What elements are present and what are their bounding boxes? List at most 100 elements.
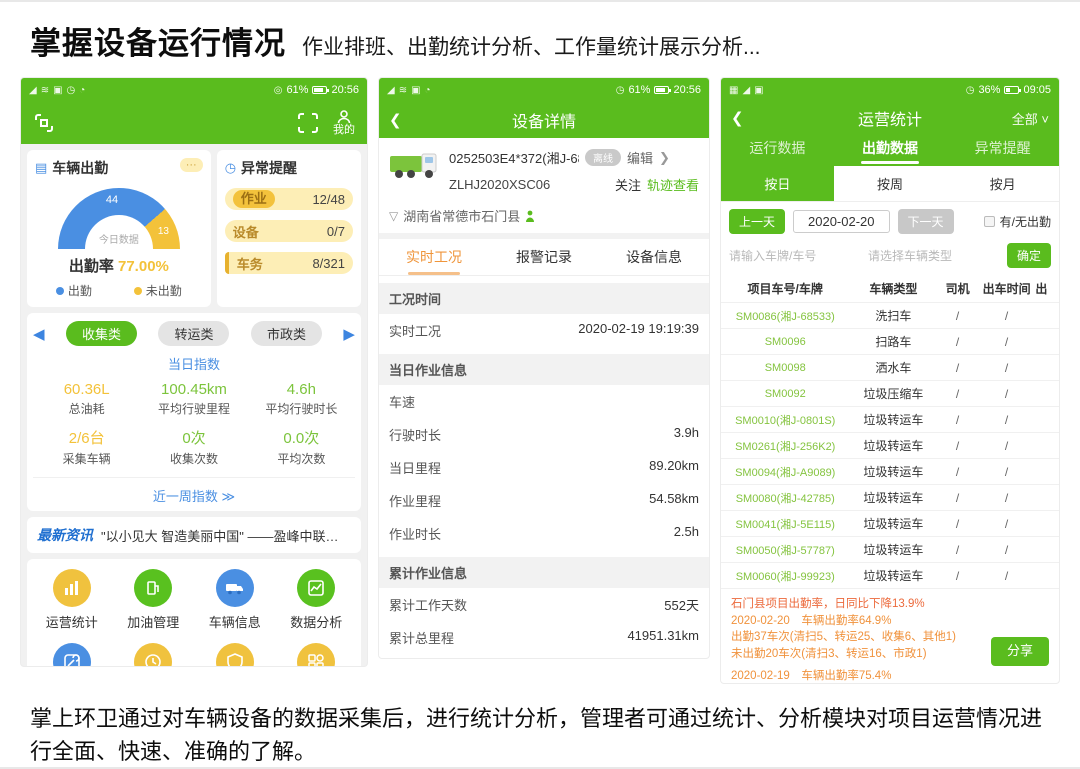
table-cell: / xyxy=(978,309,1035,323)
filter-all-dropdown[interactable]: 全部 ˅ xyxy=(1012,109,1049,128)
app-fleet-mgmt[interactable]: 车务管理 xyxy=(194,643,276,667)
confirm-button[interactable]: 确定 xyxy=(1007,243,1051,268)
vehicle-id-link[interactable]: SM0060(湘J-99923) xyxy=(721,568,849,584)
follow-link[interactable]: 关注 xyxy=(615,175,641,194)
vehicle-type-select[interactable]: 请选择车辆类型 xyxy=(868,247,999,264)
alerts-title: 异常提醒 xyxy=(241,158,297,178)
profile-button[interactable]: 我的 xyxy=(333,110,355,136)
vehicle-id-link[interactable]: SM0094(湘J-A9089) xyxy=(721,464,849,480)
attendance-filter-checkbox[interactable]: 有/无出勤 xyxy=(984,213,1051,230)
qr-scan-icon[interactable] xyxy=(33,112,55,134)
clock-text: 20:56 xyxy=(331,84,359,96)
week-index-link[interactable]: 近一周指数 ≫ xyxy=(33,477,355,505)
home-body: ▤车辆出勤 ··· 44 13 今日数据 出勤率 77.00% 出勤 未出勤 xyxy=(21,144,367,667)
battery-percent: 36% xyxy=(978,84,1000,96)
clock-text: 20:56 xyxy=(673,84,701,96)
tab-transfer[interactable]: 转运类 xyxy=(158,321,229,346)
app-accident-log[interactable]: 事故记录 xyxy=(113,643,195,667)
vehicle-table-body: SM0086(湘J-68533)洗扫车//SM0096扫路车//SM0098洒水… xyxy=(721,303,1059,589)
table-row: SM0096扫路车// xyxy=(721,329,1059,355)
date-picker[interactable]: 2020-02-20 xyxy=(793,210,890,233)
tab-alarms[interactable]: 报警记录 xyxy=(489,247,599,275)
screen-title: 设备详情 xyxy=(379,108,709,132)
chevron-right-icon[interactable]: ❯ xyxy=(659,150,670,166)
tab-device-info[interactable]: 设备信息 xyxy=(599,247,709,275)
scan-frame-icon[interactable] xyxy=(297,112,319,134)
prev-arrow-icon[interactable]: ◀ xyxy=(33,325,45,343)
table-cell: / xyxy=(937,439,978,453)
tab-running-data[interactable]: 运行数据 xyxy=(721,138,834,166)
vehicle-id-link[interactable]: SM0041(湘J-5E115) xyxy=(721,516,849,532)
status-pill: 离线 xyxy=(585,149,621,166)
app-data-analysis[interactable]: 数据分析 xyxy=(276,569,358,631)
table-cell: / xyxy=(937,491,978,505)
back-icon[interactable]: ❮ xyxy=(389,111,402,129)
tab-abnormal-alerts[interactable]: 异常提醒 xyxy=(946,138,1059,166)
section-title: 当日作业信息 xyxy=(379,354,709,385)
table-cell: / xyxy=(978,569,1035,583)
share-button[interactable]: 分享 xyxy=(991,637,1049,666)
edit-link[interactable]: 编辑 xyxy=(627,148,653,167)
stat-avg-duration: 4.6h平均行驶时长 xyxy=(248,381,355,417)
app-fuel-mgmt[interactable]: 加油管理 xyxy=(113,569,195,631)
alert-item-device[interactable]: 设备0/7 xyxy=(225,220,353,242)
table-row: SM0092垃圾压缩车// xyxy=(721,381,1059,407)
app-vehicle-info[interactable]: 车辆信息 xyxy=(194,569,276,631)
kv-row: 行驶时长3.9h xyxy=(379,418,709,451)
app-operation-stats[interactable]: 运营统计 xyxy=(31,569,113,631)
tab-by-day[interactable]: 按日 xyxy=(721,166,834,201)
app-parts-mall[interactable]: 配件商城 xyxy=(276,643,358,667)
vehicle-id-link[interactable]: SM0010(湘J-0801S) xyxy=(721,412,849,428)
table-cell: 垃圾转运车 xyxy=(849,489,937,506)
tab-realtime[interactable]: 实时工况 xyxy=(379,247,489,275)
battery-icon xyxy=(1004,86,1019,94)
next-day-button[interactable]: 下一天 xyxy=(898,209,954,234)
back-icon[interactable]: ❮ xyxy=(731,109,744,127)
track-view-link[interactable]: 轨迹查看 xyxy=(647,175,699,194)
tab-attendance-data[interactable]: 出勤数据 xyxy=(834,138,947,166)
vehicle-id-link[interactable]: SM0092 xyxy=(721,388,849,400)
vehicle-id-link[interactable]: SM0086(湘J-68533) xyxy=(721,308,849,324)
plate-search-input[interactable]: 请输入车牌/车号 xyxy=(729,247,860,264)
tab-by-week[interactable]: 按周 xyxy=(834,166,947,201)
vehicle-id-link[interactable]: SM0080(湘J-42785) xyxy=(721,490,849,506)
vehicle-id-link[interactable]: SM0050(湘J-57787) xyxy=(721,542,849,558)
prev-day-button[interactable]: 上一天 xyxy=(729,209,785,234)
tab-municipal[interactable]: 市政类 xyxy=(251,321,322,346)
wifi-icon: ≋ xyxy=(41,85,49,96)
news-bar[interactable]: 最新资讯 "以小见大 智造美丽中国" ——盈峰中联环境... xyxy=(27,517,361,553)
vehicle-id-link[interactable]: SM0261(湘J-256K2) xyxy=(721,438,849,454)
tab-by-month[interactable]: 按月 xyxy=(946,166,1059,201)
table-cell: / xyxy=(978,361,1035,375)
app-header: 我的 xyxy=(21,102,367,144)
rate-value: 77.00% xyxy=(118,258,169,275)
wifi-icon: ≋ xyxy=(399,85,407,96)
table-row: SM0010(湘J-0801S)垃圾转运车// xyxy=(721,407,1059,433)
table-cell: / xyxy=(978,465,1035,479)
table-cell: 垃圾转运车 xyxy=(849,515,937,532)
screen-title: 运营统计 xyxy=(721,106,1059,130)
vehicle-id-link[interactable]: SM0096 xyxy=(721,336,849,348)
table-row: SM0261(湘J-256K2)垃圾转运车// xyxy=(721,433,1059,459)
kv-row: 当日里程89.20km xyxy=(379,451,709,484)
nav-header: ❮ 设备详情 xyxy=(379,102,709,138)
table-cell: / xyxy=(978,439,1035,453)
app-repair-usage[interactable]: 维修使用 xyxy=(31,643,113,667)
vehicle-id-link[interactable]: SM0098 xyxy=(721,362,849,374)
status-bar: ▦◢▣ ◷36%09:05 xyxy=(721,78,1059,102)
more-menu-button[interactable]: ··· xyxy=(180,158,203,172)
alert-item-fleet[interactable]: 车务8/321 xyxy=(225,252,353,274)
phone-home-dashboard: ◢≋▣◷◔ ◎61%20:56 我的 xyxy=(20,77,368,667)
table-row: SM0094(湘J-A9089)垃圾转运车// xyxy=(721,459,1059,485)
section-today-work: 当日作业信息 车速 行驶时长3.9h 当日里程89.20km 作业里程54.58… xyxy=(379,354,709,550)
section-condition-time: 工况时间 实时工况2020-02-19 19:19:39 xyxy=(379,283,709,347)
sms-icon: ▦ xyxy=(729,85,738,96)
alert-item-work[interactable]: 作业12/48 xyxy=(225,188,353,210)
table-cell: / xyxy=(937,309,978,323)
table-cell: 垃圾转运车 xyxy=(849,567,937,584)
gauge-attended-value: 44 xyxy=(106,194,118,206)
nfc-icon: ▣ xyxy=(754,85,763,96)
truck-icon xyxy=(216,569,254,607)
tab-collection[interactable]: 收集类 xyxy=(66,321,137,346)
next-arrow-icon[interactable]: ▶ xyxy=(343,325,355,343)
